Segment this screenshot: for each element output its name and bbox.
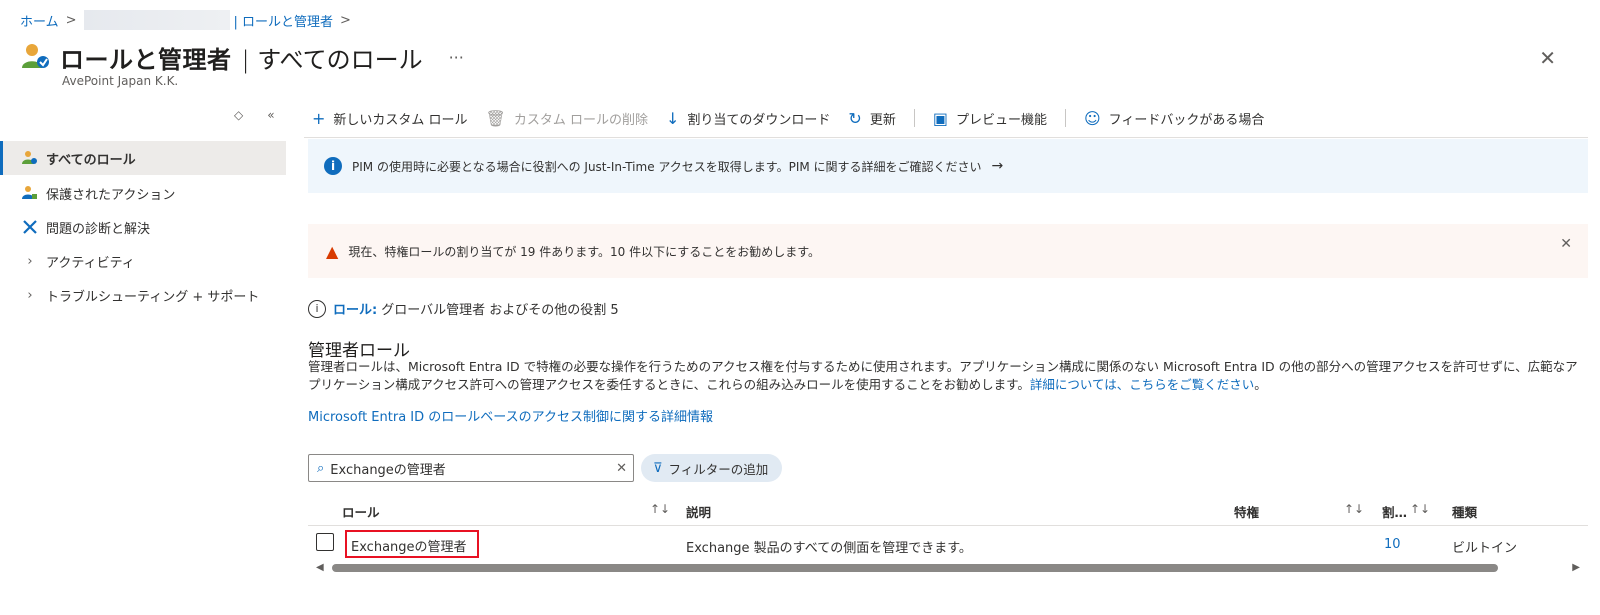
delete-custom-role-button[interactable]: 🗑 カスタム ロールの削除 (486, 109, 648, 128)
horizontal-scrollbar[interactable]: ◀ ▶ (316, 562, 1580, 574)
add-filter-label: フィルターの追加 (668, 461, 769, 477)
preview-features-button[interactable]: ▣ プレビュー機能 (933, 109, 1047, 128)
role-type-cell: ビルトイン (1452, 541, 1518, 556)
sidebar-item-activity[interactable]: › アクティビティ (0, 244, 286, 278)
tools-icon (22, 219, 38, 235)
chevron-right-icon: › (27, 287, 33, 303)
new-custom-role-button[interactable]: + 新しいカスタム ロール (312, 109, 468, 128)
feedback-label: フィードバックがある場合 (1108, 112, 1265, 128)
refresh-button[interactable]: ↻ 更新 (848, 109, 895, 128)
preview-icon: ▣ (932, 108, 948, 128)
section-description-text: 管理者ロールは、Microsoft Entra ID で特権の必要な操作を行うた… (308, 359, 1578, 392)
role-label[interactable]: ロール: (333, 299, 377, 318)
warning-text: 現在、特権ロールの割り当てが 19 件あります。10 件以下にすることをお勧めし… (348, 244, 821, 259)
close-blade-icon[interactable]: ✕ (1539, 46, 1556, 70)
section-description: 管理者ロールは、Microsoft Entra ID で特権の必要な操作を行うた… (308, 358, 1584, 394)
search-input[interactable]: ⌕ Exchangeの管理者 ✕ (308, 454, 634, 482)
new-custom-role-label: 新しいカスタム ロール (333, 112, 468, 128)
page-header: ロールと管理者 | すべてのロール ··· (20, 40, 464, 75)
sidebar-item-all-roles[interactable]: すべてのロール (0, 141, 286, 175)
download-assignments-button[interactable]: ↓ 割り当てのダウンロード (666, 109, 830, 128)
chevron-right-icon: › (27, 253, 33, 269)
warning-icon: ▲ (326, 241, 339, 261)
refresh-icon: ↻ (848, 108, 862, 128)
refresh-label: 更新 (869, 112, 896, 128)
sidebar-item-label: すべてのロール (46, 152, 136, 168)
toolbar-divider (1064, 109, 1066, 127)
sidebar-item-label: アクティビティ (46, 255, 135, 271)
role-name-cell[interactable]: Exchangeの管理者 (345, 530, 479, 558)
sidebar-item-label: 保護されたアクション (46, 187, 176, 203)
breadcrumb-home-link[interactable]: ホーム (20, 11, 59, 30)
page-title: ロールと管理者 (60, 46, 232, 74)
info-icon: i (324, 157, 342, 175)
sidebar-item-label: 問題の診断と解決 (46, 221, 151, 237)
scroll-right-icon[interactable]: ▶ (1572, 562, 1580, 573)
redacted-tenant (83, 10, 230, 30)
sidebar-item-label: トラブルシューティング + サポート (46, 289, 260, 305)
table-row[interactable]: Exchangeの管理者 Exchange 製品のすべての側面を管理できます。 … (308, 526, 1588, 560)
sidebar-item-protected-actions[interactable]: 保護されたアクション (0, 176, 286, 210)
protected-actions-icon (22, 185, 38, 201)
organization-name: AvePoint Japan K.K. (62, 74, 179, 88)
table-header: ロール ↑↓ 説明 特権 ↑↓ 割… ↑↓ 種類 (308, 494, 1588, 526)
column-header-type[interactable]: 種類 (1452, 502, 1477, 521)
toolbar-divider-line (304, 137, 1588, 138)
section-description-end: 。 (1254, 377, 1267, 392)
search-icon: ⌕ (317, 460, 325, 476)
column-header-role[interactable]: ロール (342, 502, 380, 521)
column-header-privilege[interactable]: 特権 (1234, 502, 1259, 521)
pim-info-banner[interactable]: i PIM の使用時に必要となる場合に役割への Just-In-Time アクセ… (308, 139, 1588, 193)
sidebar-item-troubleshooting[interactable]: › トラブルシューティング + サポート (0, 278, 286, 312)
plus-icon: + (312, 108, 326, 128)
filter-add-icon: ⊽ (653, 460, 663, 476)
arrow-right-icon[interactable]: → (992, 158, 1004, 174)
preview-features-label: プレビュー機能 (955, 112, 1047, 128)
page-subtitle: | すべてのロール (241, 46, 423, 74)
feedback-button[interactable]: ☺ フィードバックがある場合 (1084, 109, 1264, 128)
breadcrumb-trailing-separator: > (340, 12, 351, 28)
sort-icon[interactable]: ↑↓ (1344, 502, 1364, 516)
trash-icon: 🗑 (485, 108, 506, 128)
more-options-icon[interactable]: ··· (449, 48, 464, 67)
row-checkbox[interactable] (316, 533, 334, 551)
roles-admins-icon (20, 41, 50, 75)
info-outline-icon: i (308, 299, 326, 318)
scrollbar-thumb[interactable] (332, 564, 1498, 572)
sort-icon[interactable]: ↑↓ (650, 502, 670, 516)
current-role-info: i ロール: グローバル管理者 およびその他の役割 5 (308, 299, 619, 318)
role-description-cell: Exchange 製品のすべての側面を管理できます。 (686, 541, 972, 556)
feedback-icon: ☺ (1083, 108, 1101, 128)
toolbar-divider (913, 109, 915, 127)
collapse-sidebar-icon[interactable]: « (267, 108, 274, 122)
command-bar: + 新しいカスタム ロール 🗑 カスタム ロールの削除 ↓ 割り当てのダウンロー… (312, 106, 1282, 130)
role-value: グローバル管理者 およびその他の役割 5 (381, 303, 619, 318)
roles-icon (22, 150, 38, 166)
download-assignments-label: 割り当てのダウンロード (687, 112, 831, 128)
scroll-left-icon[interactable]: ◀ (316, 562, 324, 573)
sort-icon[interactable]: ↑↓ (1410, 502, 1430, 516)
search-value: Exchangeの管理者 (330, 462, 446, 478)
delete-custom-role-label: カスタム ロールの削除 (513, 112, 648, 128)
privileged-role-warning-banner: ▲ 現在、特権ロールの割り当てが 19 件あります。10 件以下にすることをお勧… (308, 224, 1588, 278)
rbac-learn-more-link[interactable]: Microsoft Entra ID のロールベースのアクセス制御に関する詳細情… (308, 406, 713, 425)
sidebar-toggle-icon[interactable]: ◇ (234, 108, 243, 122)
column-header-assignments[interactable]: 割… (1382, 502, 1407, 521)
sidebar-item-diagnose[interactable]: 問題の診断と解決 (0, 210, 286, 244)
breadcrumb-current-link[interactable]: | ロールと管理者 (234, 11, 334, 30)
pim-info-text: PIM の使用時に必要となる場合に役割への Just-In-Time アクセスを… (352, 159, 982, 174)
column-header-description: 説明 (686, 505, 712, 520)
role-assignments-link[interactable]: 10 (1384, 537, 1401, 552)
download-icon: ↓ (666, 108, 680, 128)
sidebar-controls: ◇ « (234, 108, 275, 122)
dismiss-warning-icon[interactable]: ✕ (1560, 236, 1572, 252)
clear-search-icon[interactable]: ✕ (616, 461, 627, 476)
details-link[interactable]: 詳細については、こちらをご覧ください (1030, 377, 1254, 392)
add-filter-button[interactable]: ⊽ フィルターの追加 (641, 454, 783, 482)
breadcrumb-separator: > (65, 12, 77, 28)
breadcrumb: ホーム > | ロールと管理者 > (20, 10, 354, 30)
